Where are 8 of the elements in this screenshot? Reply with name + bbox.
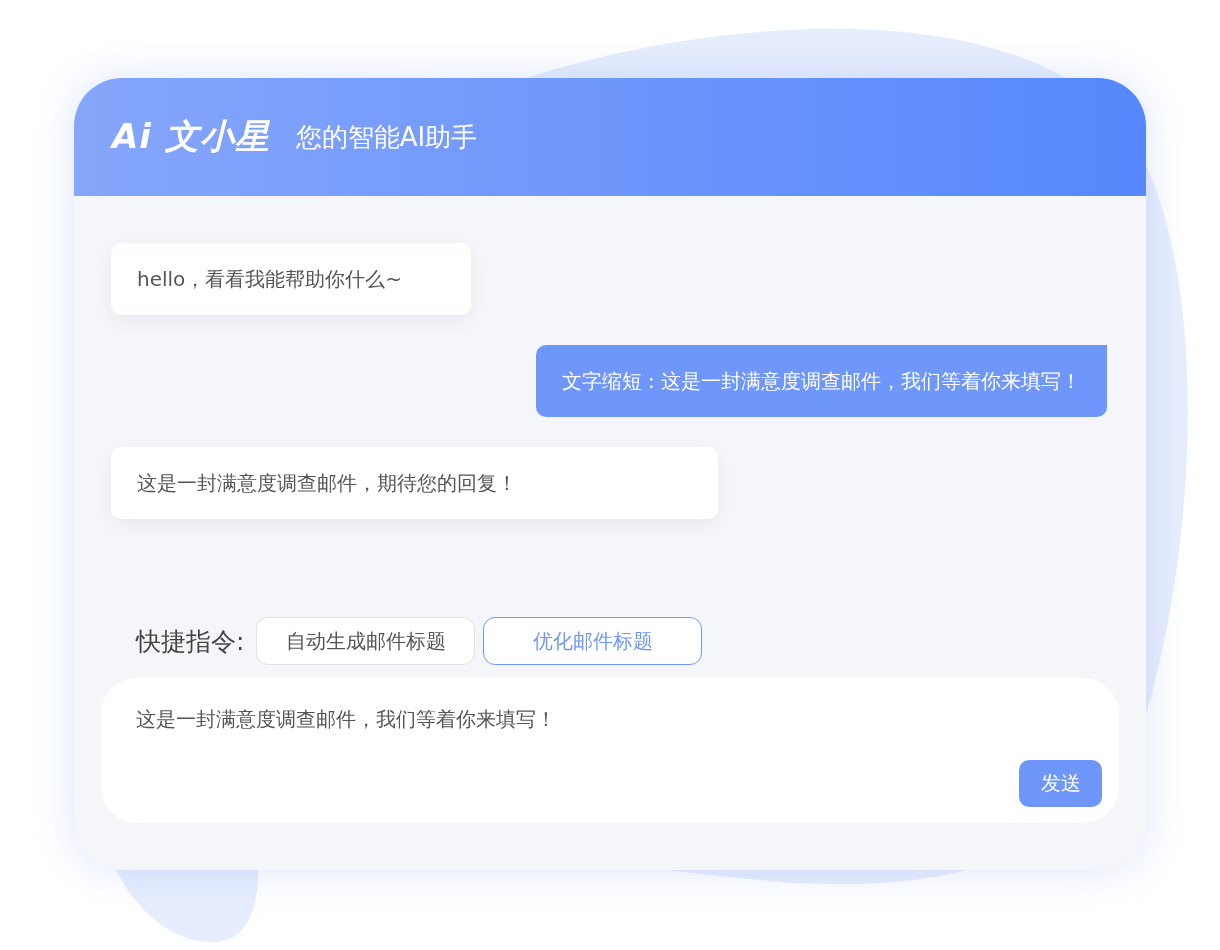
bot-message: hello，看看我能帮助你什么~	[111, 243, 471, 315]
quick-commands-label: 快捷指令:	[136, 625, 245, 658]
message-input[interactable]: 这是一封满意度调查邮件，我们等着你来填写！	[136, 706, 1102, 740]
bot-message: 这是一封满意度调查邮件，期待您的回复！	[111, 447, 718, 519]
quick-command-button[interactable]: 自动生成邮件标题	[256, 617, 476, 665]
user-message: 文字缩短 : 这是一封满意度调查邮件，我们等着你来填写！	[535, 345, 1107, 417]
logo: Ai 文小星	[112, 115, 270, 158]
header-subtitle: 您的智能AI助手	[295, 120, 478, 154]
